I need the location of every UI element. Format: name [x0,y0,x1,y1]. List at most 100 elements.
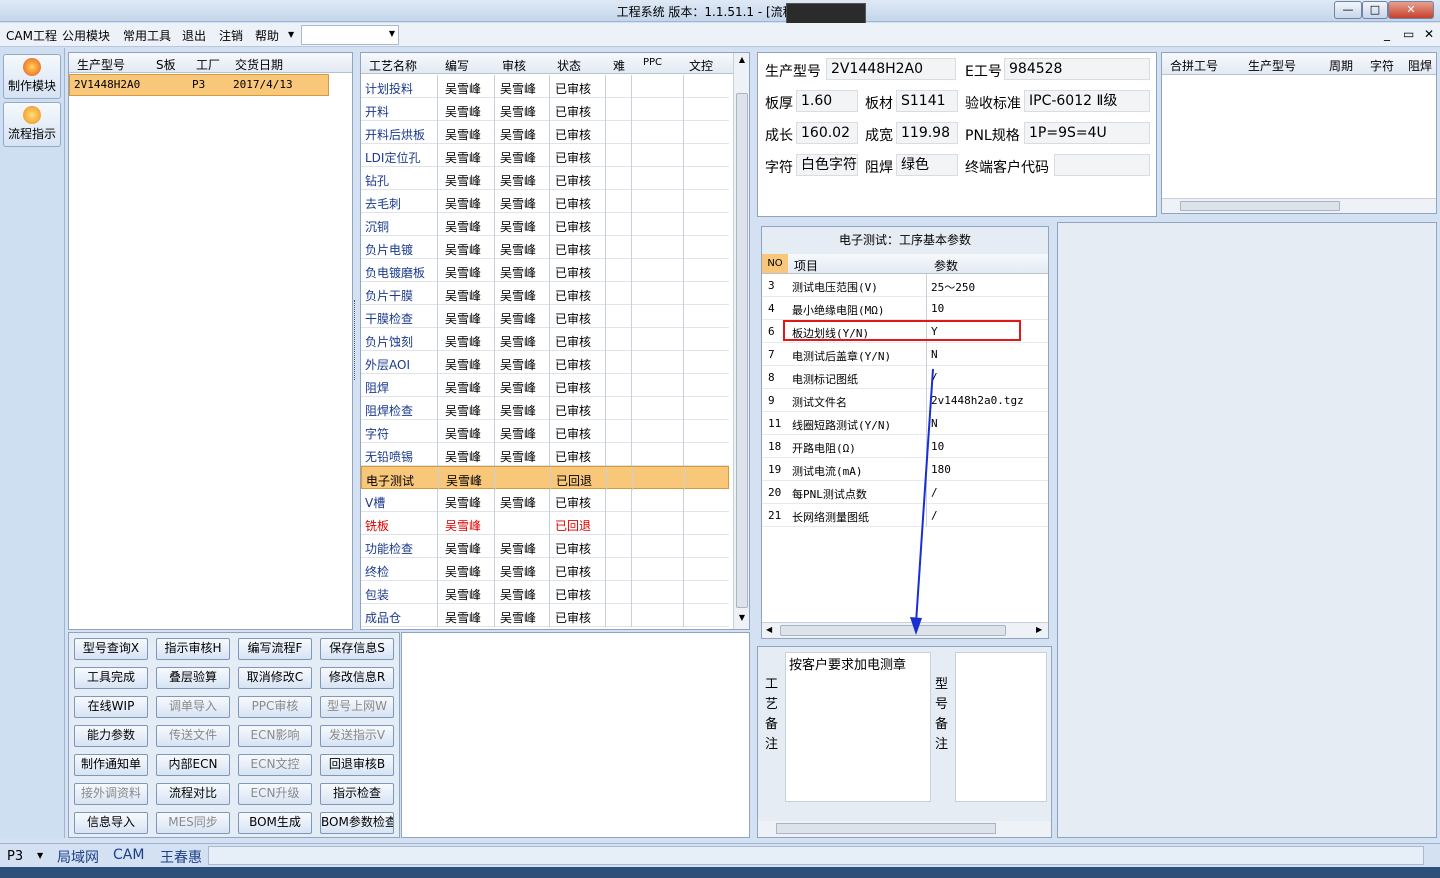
action-button[interactable]: 型号上网W [320,696,394,718]
col-process-name[interactable]: 工艺名称 [369,57,417,74]
process-row[interactable]: 功能检查 吴雪峰 吴雪峰 已审核 [361,535,729,558]
action-button[interactable]: MES同步 [156,812,230,834]
mask-field[interactable]: 绿色 [896,154,958,176]
standard-field[interactable]: IPC-6012 Ⅱ级 [1024,90,1150,112]
action-button[interactable]: 型号查询X [74,638,148,660]
col-mask[interactable]: 阻焊 [1408,57,1432,74]
action-button[interactable]: 叠层验算 [156,667,230,689]
col-status[interactable]: 状态 [557,57,581,74]
material-field[interactable]: S1141 [896,90,958,112]
action-button[interactable]: BOM参数检查 [320,812,394,834]
mdi-restore-button[interactable]: ▭ [1403,27,1414,41]
menu-logout[interactable]: 注销 [219,27,243,44]
menu-common-tools[interactable]: 常用工具 [123,27,171,44]
action-button[interactable]: 调单导入 [156,696,230,718]
scroll-up-icon[interactable]: ▲ [736,55,748,67]
col-model[interactable]: 生产型号 [77,56,125,73]
col-factory[interactable]: 工厂 [196,56,220,73]
param-row[interactable]: 3 测试电压范围(V) 25～250 [762,274,1048,297]
model-row[interactable]: 2V1448H2A0 P3 2017/4/13 [69,74,329,96]
process-row[interactable]: 负片电镀 吴雪峰 吴雪峰 已审核 [361,236,729,259]
width-field[interactable]: 119.98 [896,122,958,144]
process-row[interactable]: 负片蚀刻 吴雪峰 吴雪峰 已审核 [361,328,729,351]
col-no[interactable]: NO [762,254,788,273]
action-button[interactable]: ECN升级 [238,783,312,805]
param-row[interactable]: 7 电测试后盖章(Y/N) N [762,343,1048,366]
scroll-right-icon[interactable]: ▶ [1036,625,1042,634]
model-note-text[interactable] [955,652,1047,802]
thickness-field[interactable]: 1.60 [796,90,858,112]
splitter-handle[interactable] [354,300,358,380]
col-difficulty[interactable]: 难 [613,57,625,74]
process-row[interactable]: 无铅喷锡 吴雪峰 吴雪峰 已审核 [361,443,729,466]
process-row[interactable]: 外层AOI 吴雪峰 吴雪峰 已审核 [361,351,729,374]
eno-field[interactable]: 984528 [1004,58,1150,80]
action-button[interactable]: 编写流程F [238,638,312,660]
process-row[interactable]: LDI定位孔 吴雪峰 吴雪峰 已审核 [361,144,729,167]
col-writer[interactable]: 编写 [445,57,469,74]
param-row[interactable]: 4 最小绝缘电阻(MΩ) 10 [762,297,1048,320]
close-button[interactable]: ✕ [1388,1,1434,19]
process-row[interactable]: 包装 吴雪峰 吴雪峰 已审核 [361,581,729,604]
process-scrollbar[interactable]: ▲ ▼ [733,53,749,629]
col-doc-control[interactable]: 文控 [689,57,713,74]
action-button[interactable]: 流程对比 [156,783,230,805]
char-field[interactable]: 白色字符 [796,154,858,176]
merge-hscrollbar[interactable] [1162,198,1436,213]
action-button[interactable]: BOM生成 [238,812,312,834]
action-button[interactable]: 信息导入 [74,812,148,834]
action-button[interactable]: 制作通知单 [74,754,148,776]
mdi-close-button[interactable]: ✕ [1424,27,1434,41]
notes-hscrollbar[interactable] [758,821,1051,837]
menu-public-modules[interactable]: 公用模块 [62,27,110,44]
length-field[interactable]: 160.02 [796,122,858,144]
process-row[interactable]: 负电镀磨板 吴雪峰 吴雪峰 已审核 [361,259,729,282]
action-button[interactable]: ECN文控 [238,754,312,776]
customer-field[interactable] [1054,154,1150,176]
menu-combo-box[interactable]: ▼ [301,25,399,45]
process-row[interactable]: 钻孔 吴雪峰 吴雪峰 已审核 [361,167,729,190]
col-merge-no[interactable]: 合拼工号 [1170,57,1218,74]
col-item[interactable]: 项目 [794,257,818,274]
action-button[interactable]: 修改信息R [320,667,394,689]
action-button[interactable]: 内部ECN [156,754,230,776]
process-row[interactable]: 负片干膜 吴雪峰 吴雪峰 已审核 [361,282,729,305]
factory-select[interactable]: P3 [7,849,23,864]
action-button[interactable]: 回退审核B [320,754,394,776]
action-button[interactable]: 取消修改C [238,667,312,689]
make-module-button[interactable]: 制作模块 [3,54,61,99]
menu-cam[interactable]: CAM工程 [6,27,57,44]
process-row[interactable]: 成品仓 吴雪峰 吴雪峰 已审核 [361,604,729,627]
param-hscroll-thumb[interactable] [780,625,1006,636]
process-row[interactable]: 阻焊 吴雪峰 吴雪峰 已审核 [361,374,729,397]
col-reviewer[interactable]: 审核 [502,57,526,74]
model-field[interactable]: 2V1448H2A0 [826,58,956,80]
action-button[interactable]: 传送文件 [156,725,230,747]
action-button[interactable]: PPC审核 [238,696,312,718]
menu-help[interactable]: 帮助 [255,27,279,44]
process-row[interactable]: 干膜检查 吴雪峰 吴雪峰 已审核 [361,305,729,328]
merge-hscroll-thumb[interactable] [1180,201,1340,211]
col-ppc[interactable]: PPC [643,57,662,68]
process-row[interactable]: V槽 吴雪峰 吴雪峰 已审核 [361,489,729,512]
menu-help-arrow-icon[interactable]: ▼ [288,30,294,39]
flow-instruction-button[interactable]: 流程指示 [3,102,61,147]
maximize-button[interactable]: □ [1362,1,1388,19]
notes-hscroll-thumb[interactable] [776,823,996,834]
col-param[interactable]: 参数 [934,257,958,274]
process-row[interactable]: 去毛刺 吴雪峰 吴雪峰 已审核 [361,190,729,213]
col-char[interactable]: 字符 [1370,57,1394,74]
action-button[interactable]: 指示审核H [156,638,230,660]
mdi-minimize-button[interactable]: _ [1384,27,1390,41]
process-row[interactable]: 终检 吴雪峰 吴雪峰 已审核 [361,558,729,581]
chevron-down-icon[interactable]: ▼ [37,851,43,860]
process-row[interactable]: 阻焊检查 吴雪峰 吴雪峰 已审核 [361,397,729,420]
process-row[interactable]: 铣板 吴雪峰 已回退 [361,512,729,535]
menu-exit[interactable]: 退出 [182,27,206,44]
pnl-field[interactable]: 1P=9S=4U [1024,122,1150,144]
scroll-thumb[interactable] [736,93,748,608]
process-row[interactable]: 电子测试 吴雪峰 已回退 [361,466,729,490]
scroll-left-icon[interactable]: ◀ [766,625,772,634]
action-button[interactable]: 能力参数 [74,725,148,747]
process-row[interactable]: 字符 吴雪峰 吴雪峰 已审核 [361,420,729,443]
